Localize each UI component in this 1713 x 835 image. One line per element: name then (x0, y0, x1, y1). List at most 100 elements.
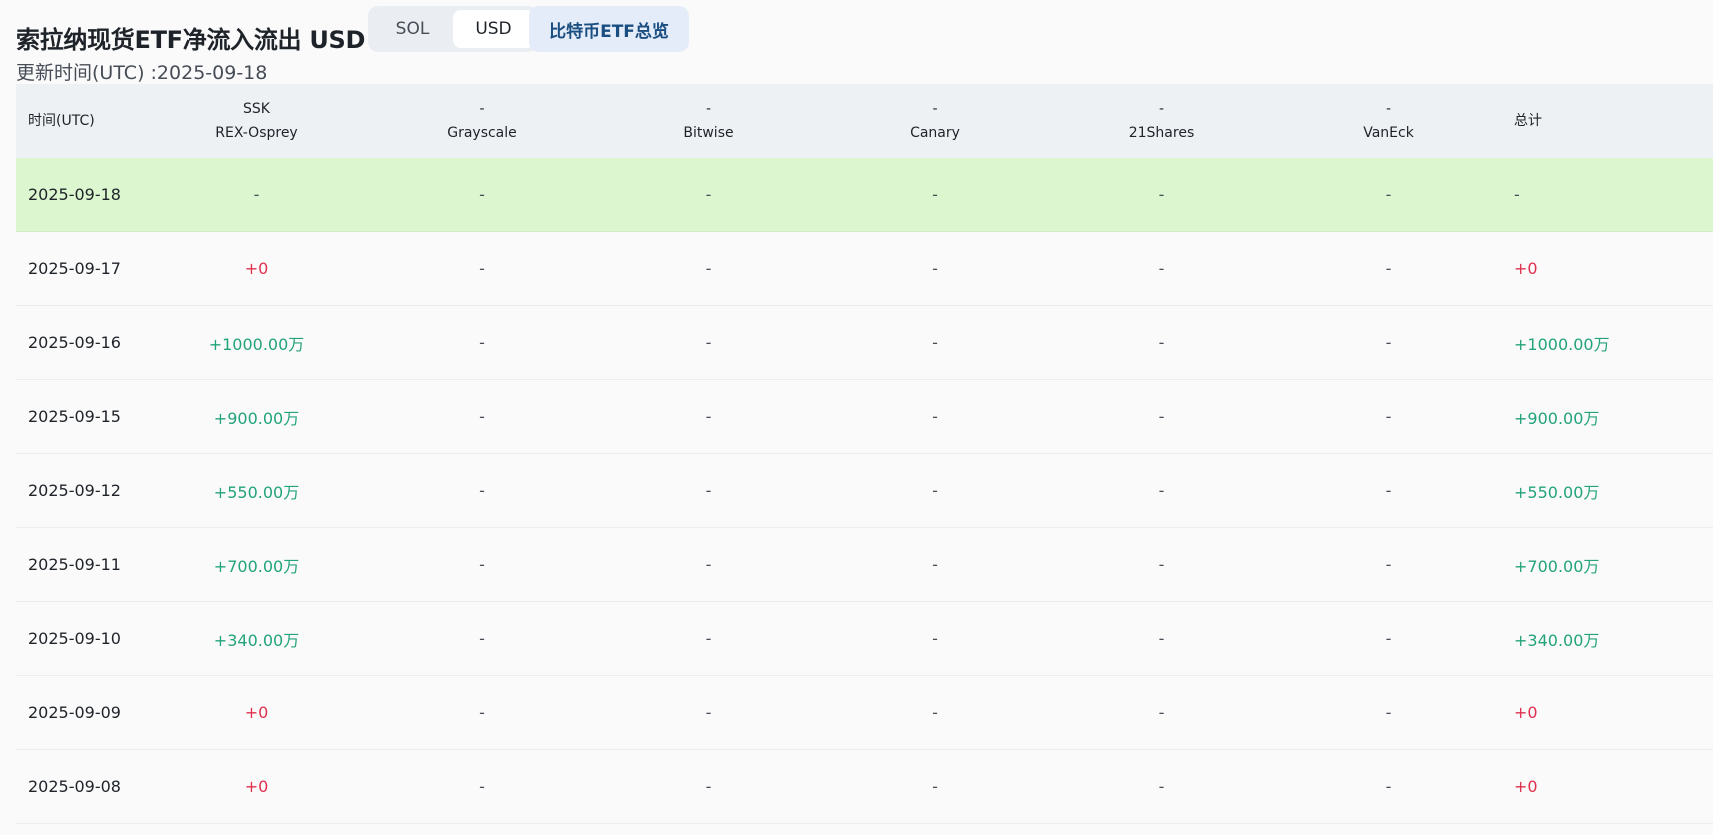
cell-ssk: +0 (244, 259, 269, 278)
cell-date: 2025-09-16 (28, 333, 121, 352)
cell-total: - (1514, 185, 1520, 204)
cell-bitwise: - (705, 629, 712, 648)
cell-ssk: +900.00万 (213, 408, 300, 428)
cell-total: +340.00万 (1514, 630, 1600, 650)
table-row: 2025-09-18 - - - - - - - (16, 158, 1713, 232)
column-header-canary: - Canary (822, 97, 1048, 145)
cell-bitwise: - (705, 481, 712, 500)
column-ticker: - (1385, 101, 1392, 117)
cell-canary: - (932, 333, 938, 352)
bitcoin-etf-overview-button[interactable]: 比特币ETF总览 (529, 6, 689, 52)
table-body: 2025-09-18 - - - - - - - 2025-09-17 +0 -… (16, 158, 1713, 824)
cell-vaneck: - (1385, 259, 1392, 278)
column-ticker: - (932, 101, 938, 117)
cell-ssk: +700.00万 (213, 556, 300, 576)
cell-grayscale: - (479, 703, 485, 722)
cell-canary: - (932, 703, 938, 722)
cell-21shares: - (1158, 777, 1165, 796)
cell-vaneck: - (1385, 333, 1392, 352)
column-header-ssk: SSK REX-Osprey (144, 97, 369, 145)
cell-date: 2025-09-17 (28, 259, 121, 278)
column-header-date: 时间(UTC) (16, 109, 144, 133)
cell-vaneck: - (1385, 703, 1392, 722)
cell-canary: - (932, 481, 938, 500)
cell-21shares: - (1158, 703, 1165, 722)
column-issuer: 21Shares (1128, 125, 1195, 141)
cell-21shares: - (1158, 407, 1165, 426)
cell-total: +0 (1514, 259, 1538, 278)
column-issuer: Grayscale (447, 125, 517, 141)
cell-grayscale: - (479, 629, 485, 648)
cell-ssk: +0 (244, 703, 269, 722)
cell-grayscale: - (479, 555, 485, 574)
cell-bitwise: - (705, 259, 712, 278)
cell-date: 2025-09-10 (28, 629, 121, 648)
column-ticker: - (1158, 101, 1165, 117)
cell-21shares: - (1158, 185, 1165, 204)
cell-date: 2025-09-18 (28, 185, 121, 204)
cell-ssk: +0 (244, 777, 269, 796)
column-total-label: 总计 (1514, 113, 1542, 129)
table-row: 2025-09-10 +340.00万 - - - - - +340.00万 (16, 602, 1713, 676)
cell-total: +550.00万 (1514, 482, 1600, 502)
cell-grayscale: - (479, 259, 485, 278)
toggle-sol-button[interactable]: SOL (372, 10, 453, 48)
cell-grayscale: - (479, 481, 485, 500)
etf-flow-page: 索拉纳现货ETF净流入流出 USD SOL USD 比特币ETF总览 更新时间(… (0, 0, 1713, 835)
cell-total: +0 (1514, 703, 1538, 722)
column-header-bitwise: - Bitwise (595, 97, 822, 145)
cell-vaneck: - (1385, 555, 1392, 574)
cell-grayscale: - (479, 407, 485, 426)
column-issuer: REX-Osprey (215, 125, 298, 141)
column-header-grayscale: - Grayscale (369, 97, 595, 145)
cell-vaneck: - (1385, 407, 1392, 426)
cell-grayscale: - (479, 333, 485, 352)
cell-ssk: +1000.00万 (208, 334, 305, 354)
cell-date: 2025-09-08 (28, 777, 121, 796)
column-date-label: 时间(UTC) (28, 113, 95, 129)
cell-21shares: - (1158, 259, 1165, 278)
table-row: 2025-09-16 +1000.00万 - - - - - +1000.00万 (16, 306, 1713, 380)
table-row: 2025-09-15 +900.00万 - - - - - +900.00万 (16, 380, 1713, 454)
page-header: 索拉纳现货ETF净流入流出 USD SOL USD 比特币ETF总览 更新时间(… (16, 6, 1713, 84)
cell-date: 2025-09-11 (28, 555, 121, 574)
cell-bitwise: - (705, 703, 712, 722)
cell-total: +700.00万 (1514, 556, 1600, 576)
column-ticker: - (705, 101, 712, 117)
cell-total: +900.00万 (1514, 408, 1600, 428)
toggle-usd-button[interactable]: USD (453, 10, 534, 48)
cell-grayscale: - (479, 777, 485, 796)
cell-bitwise: - (705, 333, 712, 352)
column-header-21shares: - 21Shares (1048, 97, 1275, 145)
cell-vaneck: - (1385, 629, 1392, 648)
cell-canary: - (932, 407, 938, 426)
cell-21shares: - (1158, 481, 1165, 500)
table-row: 2025-09-09 +0 - - - - - +0 (16, 676, 1713, 750)
column-ticker: - (479, 101, 485, 117)
column-issuer: VanEck (1363, 125, 1414, 141)
column-ticker: SSK (243, 101, 270, 117)
cell-vaneck: - (1385, 481, 1392, 500)
table-header: 时间(UTC) SSK REX-Osprey - Grayscale - Bit… (16, 84, 1713, 158)
column-header-vaneck: - VanEck (1275, 97, 1502, 145)
cell-21shares: - (1158, 333, 1165, 352)
cell-canary: - (932, 259, 938, 278)
cell-vaneck: - (1385, 777, 1392, 796)
cell-canary: - (932, 555, 938, 574)
etf-flow-table: 时间(UTC) SSK REX-Osprey - Grayscale - Bit… (16, 84, 1713, 824)
page-title: 索拉纳现货ETF净流入流出 USD (16, 26, 366, 54)
cell-ssk: +340.00万 (213, 630, 300, 650)
cell-bitwise: - (705, 185, 712, 204)
cell-bitwise: - (705, 777, 712, 796)
cell-bitwise: - (705, 407, 712, 426)
cell-total: +1000.00万 (1514, 334, 1610, 354)
column-header-total: 总计 (1502, 109, 1713, 133)
cell-grayscale: - (479, 185, 485, 204)
table-row: 2025-09-08 +0 - - - - - +0 (16, 750, 1713, 824)
cell-canary: - (932, 629, 938, 648)
table-row: 2025-09-11 +700.00万 - - - - - +700.00万 (16, 528, 1713, 602)
cell-bitwise: - (705, 555, 712, 574)
cell-ssk: - (253, 185, 260, 204)
table-row: 2025-09-17 +0 - - - - - +0 (16, 232, 1713, 306)
cell-canary: - (932, 777, 938, 796)
